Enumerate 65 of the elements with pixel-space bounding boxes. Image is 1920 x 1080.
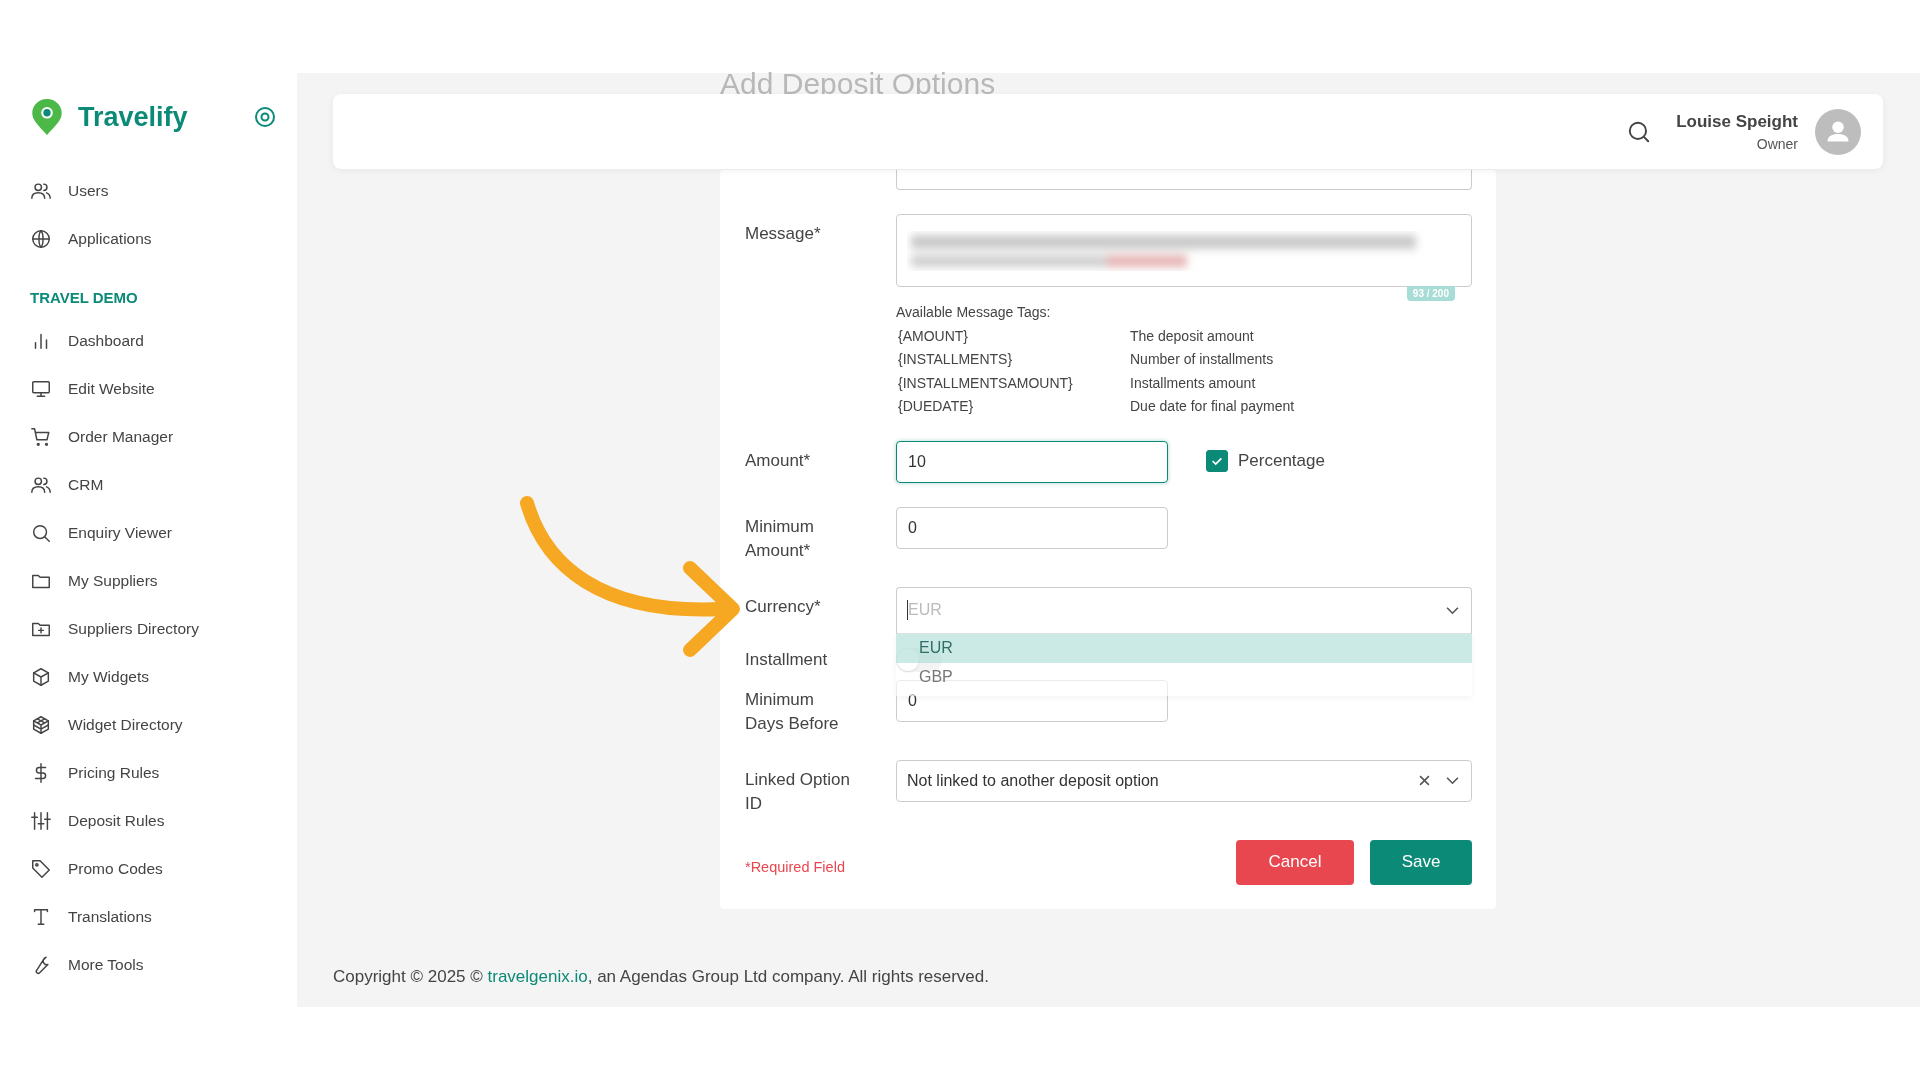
location-pin-logo — [30, 97, 64, 137]
tag-description: Due date for final payment — [1130, 397, 1295, 416]
field-label: Linked Option ID — [745, 768, 851, 815]
chevron-down-icon — [1446, 605, 1459, 615]
cart-icon — [30, 426, 52, 448]
message-tag: {INSTALLMENTS} — [896, 348, 1130, 372]
field-label: Amount* — [745, 449, 812, 472]
users-icon — [30, 180, 52, 202]
globe-icon — [30, 228, 52, 250]
sidebar-item[interactable]: Translations — [30, 893, 297, 941]
sliders-icon — [30, 810, 52, 832]
users-icon — [30, 474, 52, 496]
target-icon[interactable] — [253, 105, 277, 129]
cancel-button[interactable]: Cancel — [1236, 839, 1354, 885]
field-label: Minimum Amount* — [745, 515, 815, 562]
monitor-icon — [30, 378, 52, 400]
footer-link[interactable]: travelgenix.io — [487, 966, 588, 986]
name-field[interactable] — [896, 170, 1472, 190]
amount-field[interactable]: 10 — [896, 440, 1168, 483]
minimum-amount-field[interactable]: 0 — [896, 506, 1168, 549]
message-tag: {INSTALLMENTSAMOUNT} — [896, 371, 1130, 395]
field-label: Currency* — [745, 595, 822, 618]
tag-description: Number of installments — [1130, 350, 1274, 369]
sidebar-item[interactable]: Promo Codes — [30, 845, 297, 893]
field-label: Installment — [745, 648, 829, 671]
linked-option-select[interactable]: Not linked to another deposit option — [896, 759, 1472, 802]
user-role: Owner — [1756, 135, 1798, 152]
sidebar-item[interactable]: Deposit Rules — [30, 797, 297, 845]
sidebar-item[interactable]: Dashboard — [30, 317, 297, 365]
sidebar-item[interactable]: More Tools — [30, 941, 297, 989]
message-field[interactable] — [896, 214, 1472, 287]
dropdown-option[interactable]: EUR — [896, 633, 1472, 663]
sidebar-item[interactable]: Edit Website — [30, 365, 297, 413]
field-label: Message* — [745, 223, 822, 245]
sidebar-item[interactable]: Applications — [30, 215, 297, 263]
copyright-text: Copyright © 2025 © travelgenix.io, an Agendas Group Ltd company. All rights reserved. — [333, 966, 990, 987]
message-tag: {AMOUNT} — [896, 324, 1130, 348]
character-counter: 93 / 200 — [1406, 286, 1455, 301]
sidebar-item[interactable]: Order Manager — [30, 413, 297, 461]
required-note: *Required Field — [745, 858, 845, 875]
sidebar-item[interactable]: Enquiry Viewer — [30, 509, 297, 557]
message-tag: {DUEDATE} — [896, 395, 1130, 419]
percentage-checkbox[interactable]: Percentage — [1206, 449, 1325, 472]
field-label: Minimum Days Before — [745, 688, 840, 735]
sidebar-item[interactable]: Suppliers Directory — [30, 605, 297, 653]
sidebar-item[interactable]: CRM — [30, 461, 297, 509]
tag-icon — [30, 858, 52, 880]
brand-name: Travelify — [78, 101, 188, 133]
chevron-down-icon — [1446, 776, 1459, 785]
sidebar-item[interactable]: Widget Directory — [30, 701, 297, 749]
save-button[interactable]: Save — [1370, 839, 1472, 885]
tags-heading: Available Message Tags: — [896, 303, 1052, 322]
search-icon — [30, 522, 52, 544]
sidebar-item[interactable]: My Widgets — [30, 653, 297, 701]
section-title: TRAVEL DEMO — [30, 287, 139, 308]
sidebar-item[interactable]: My Suppliers — [30, 557, 297, 605]
tag-description: Installments amount — [1130, 373, 1256, 393]
sidebar-item[interactable]: Users — [30, 167, 297, 215]
tag-description: The deposit amount — [1130, 326, 1254, 346]
clear-icon[interactable] — [1419, 775, 1430, 786]
cube-icon — [30, 666, 52, 688]
page-title: Add Deposit Options — [720, 67, 997, 99]
sidebar-item[interactable]: Pricing Rules — [30, 749, 297, 797]
user-name: Louise Speight — [1676, 111, 1798, 132]
boxes-icon — [30, 714, 52, 736]
